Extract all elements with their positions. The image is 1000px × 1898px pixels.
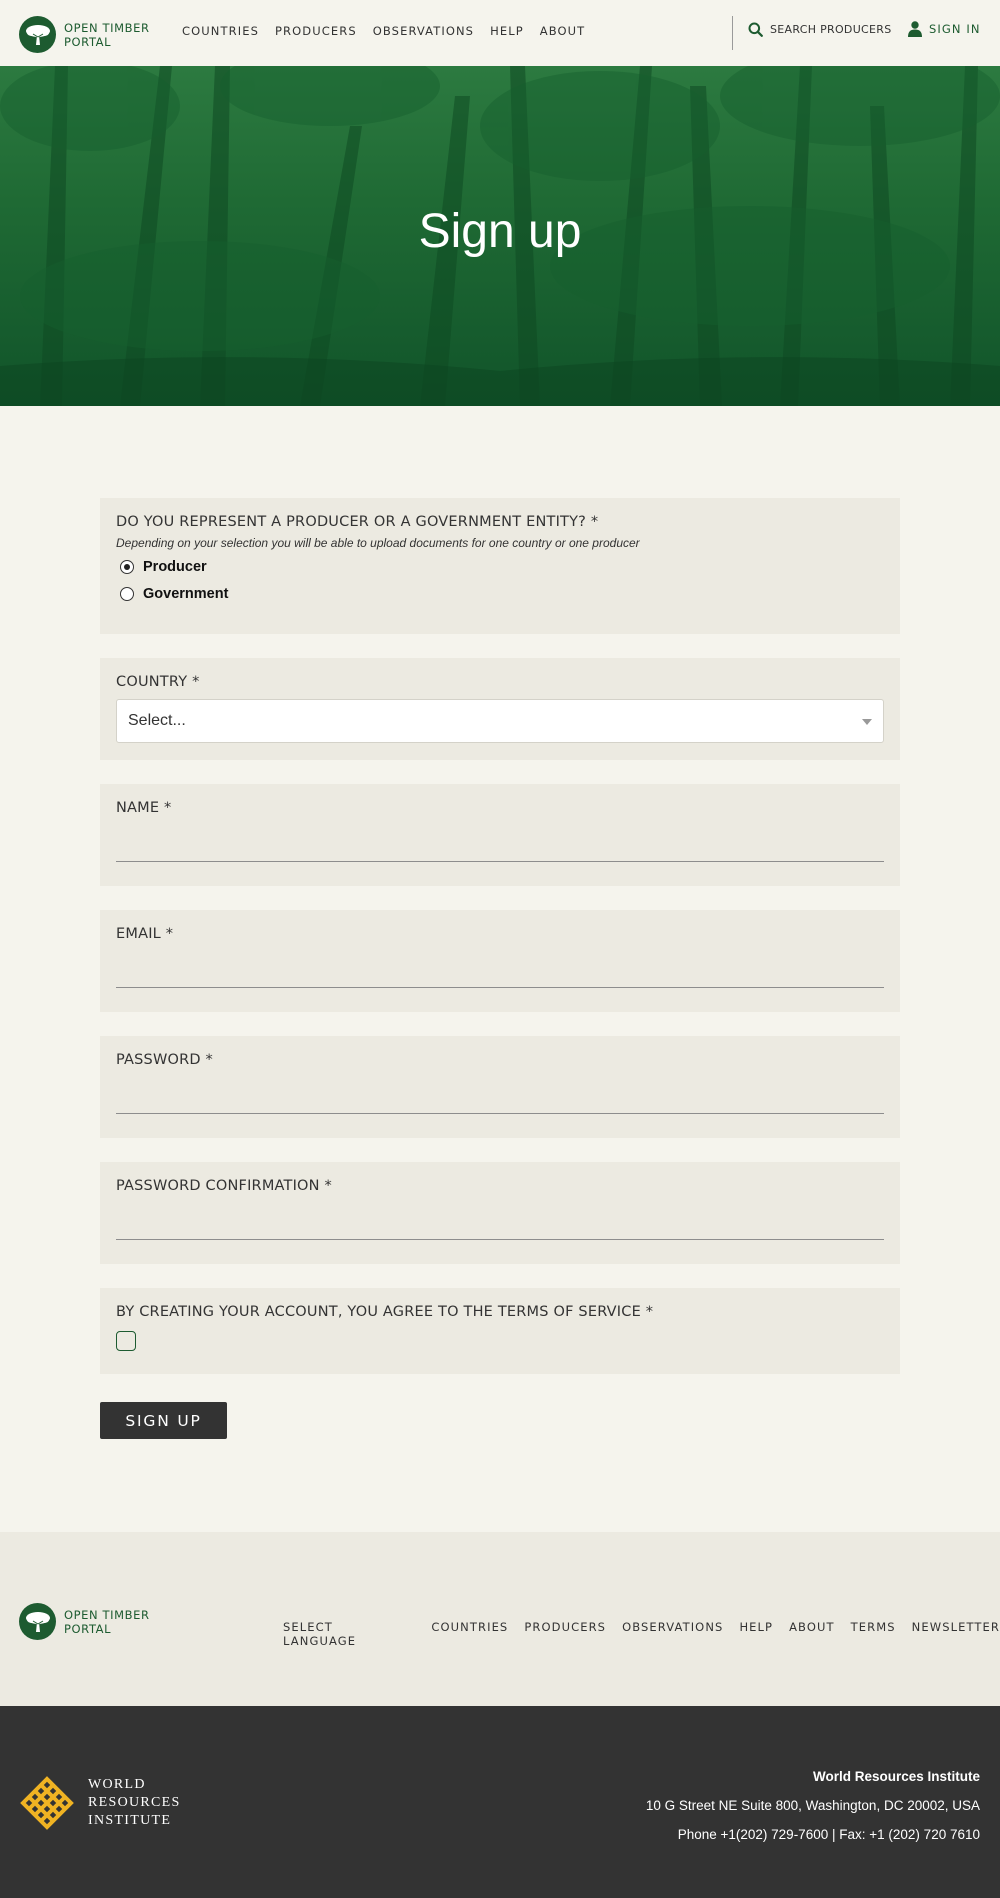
- wri-line-1: WORLD: [88, 1777, 146, 1792]
- wri-knot-icon: [20, 1776, 74, 1830]
- password-confirmation-input[interactable]: [116, 1204, 884, 1240]
- country-field: COUNTRY * Select...: [100, 658, 900, 760]
- footer-nav-terms[interactable]: TERMS: [851, 1620, 896, 1648]
- contact-separator: |: [831, 1827, 836, 1842]
- wri-line-2: RESOURCES: [88, 1795, 181, 1810]
- password-label: PASSWORD *: [116, 1052, 213, 1068]
- footer-nav-observations[interactable]: OBSERVATIONS: [622, 1620, 723, 1648]
- password-field: PASSWORD *: [100, 1036, 900, 1138]
- email-field: EMAIL *: [100, 910, 900, 1012]
- password-input[interactable]: [116, 1078, 884, 1114]
- main-nav: COUNTRIES PRODUCERS OBSERVATIONS HELP AB…: [182, 24, 601, 38]
- footer-logo-line-2: PORTAL: [64, 1621, 112, 1636]
- terms-field: BY CREATING YOUR ACCOUNT, YOU AGREE TO T…: [100, 1288, 900, 1374]
- password-confirmation-field: PASSWORD CONFIRMATION *: [100, 1162, 900, 1264]
- user-icon: [908, 21, 922, 37]
- email-input[interactable]: [116, 952, 884, 988]
- nav-observations[interactable]: OBSERVATIONS: [373, 24, 474, 38]
- terms-checkbox[interactable]: [116, 1331, 136, 1351]
- site-footer: OPEN TIMBER PORTAL SELECT LANGUAGE COUNT…: [0, 1532, 1000, 1706]
- contact-info: World Resources Institute 10 G Street NE…: [646, 1762, 980, 1849]
- wri-footer: WORLD RESOURCES INSTITUTE World Resource…: [0, 1706, 1000, 1898]
- tree-icon: [19, 1603, 56, 1640]
- radio-button-government[interactable]: [120, 587, 134, 601]
- country-select-value: Select...: [128, 712, 186, 729]
- org-phone: Phone +1(202) 729-7600: [677, 1827, 829, 1842]
- footer-nav-about[interactable]: ABOUT: [789, 1620, 835, 1648]
- footer-logo-line-1: OPEN TIMBER: [64, 1607, 150, 1622]
- wri-line-3: INSTITUTE: [88, 1813, 172, 1828]
- org-name: World Resources Institute: [812, 1769, 980, 1784]
- select-language-button[interactable]: SELECT LANGUAGE: [283, 1620, 407, 1648]
- nav-help[interactable]: HELP: [490, 24, 524, 38]
- footer-nav-newsletter[interactable]: NEWSLETTER: [912, 1620, 1000, 1648]
- nav-about[interactable]: ABOUT: [540, 24, 586, 38]
- logo-line-1: OPEN TIMBER: [64, 20, 150, 35]
- search-icon: [748, 22, 763, 37]
- otp-logo[interactable]: OPEN TIMBER PORTAL: [19, 16, 150, 53]
- org-phone-fax: Phone +1(202) 729-7600 | Fax: +1 (202) 7…: [646, 1820, 980, 1849]
- wri-logo[interactable]: WORLD RESOURCES INSTITUTE: [20, 1776, 181, 1830]
- terms-label: BY CREATING YOUR ACCOUNT, YOU AGREE TO T…: [116, 1304, 654, 1320]
- nav-countries[interactable]: COUNTRIES: [182, 24, 259, 38]
- caret-down-icon: [862, 719, 872, 725]
- footer-otp-logo[interactable]: OPEN TIMBER PORTAL: [19, 1603, 150, 1640]
- footer-nav-countries[interactable]: COUNTRIES: [431, 1620, 508, 1648]
- entity-field: DO YOU REPRESENT A PRODUCER OR A GOVERNM…: [100, 498, 900, 634]
- nav-producers[interactable]: PRODUCERS: [275, 24, 357, 38]
- footer-nav: SELECT LANGUAGE COUNTRIES PRODUCERS OBSE…: [283, 1620, 1000, 1648]
- org-address: 10 G Street NE Suite 800, Washington, DC…: [645, 1798, 980, 1813]
- search-producers-button[interactable]: SEARCH PRODUCERS: [748, 22, 892, 37]
- sign-in-label: SIGN IN: [929, 22, 981, 36]
- password-confirmation-label: PASSWORD CONFIRMATION *: [116, 1178, 332, 1194]
- footer-nav-help[interactable]: HELP: [739, 1620, 773, 1648]
- radio-button-producer[interactable]: [120, 560, 134, 574]
- hero-banner: Sign up: [0, 66, 1000, 406]
- sign-in-button[interactable]: SIGN IN: [908, 21, 981, 37]
- search-producers-label: SEARCH PRODUCERS: [770, 23, 892, 36]
- entity-label: DO YOU REPRESENT A PRODUCER OR A GOVERNM…: [116, 514, 599, 530]
- org-fax: Fax: +1 (202) 720 7610: [839, 1827, 980, 1842]
- site-header: OPEN TIMBER PORTAL COUNTRIES PRODUCERS O…: [0, 0, 1000, 66]
- footer-nav-producers[interactable]: PRODUCERS: [524, 1620, 606, 1648]
- country-select[interactable]: Select...: [116, 699, 884, 743]
- entity-help-text: Depending on your selection you will be …: [116, 536, 640, 550]
- email-label: EMAIL *: [116, 926, 174, 942]
- page-title: Sign up: [418, 205, 582, 258]
- name-input[interactable]: [116, 826, 884, 862]
- tree-icon: [19, 16, 56, 53]
- header-divider: [732, 16, 733, 50]
- radio-producer[interactable]: Producer: [116, 559, 884, 575]
- country-label: COUNTRY *: [116, 674, 200, 690]
- radio-label-producer: Producer: [143, 559, 207, 575]
- name-field: NAME *: [100, 784, 900, 886]
- name-label: NAME *: [116, 800, 172, 816]
- sign-up-button[interactable]: SIGN UP: [100, 1402, 227, 1439]
- radio-label-government: Government: [143, 586, 229, 602]
- logo-line-2: PORTAL: [64, 34, 112, 49]
- radio-government[interactable]: Government: [116, 586, 884, 602]
